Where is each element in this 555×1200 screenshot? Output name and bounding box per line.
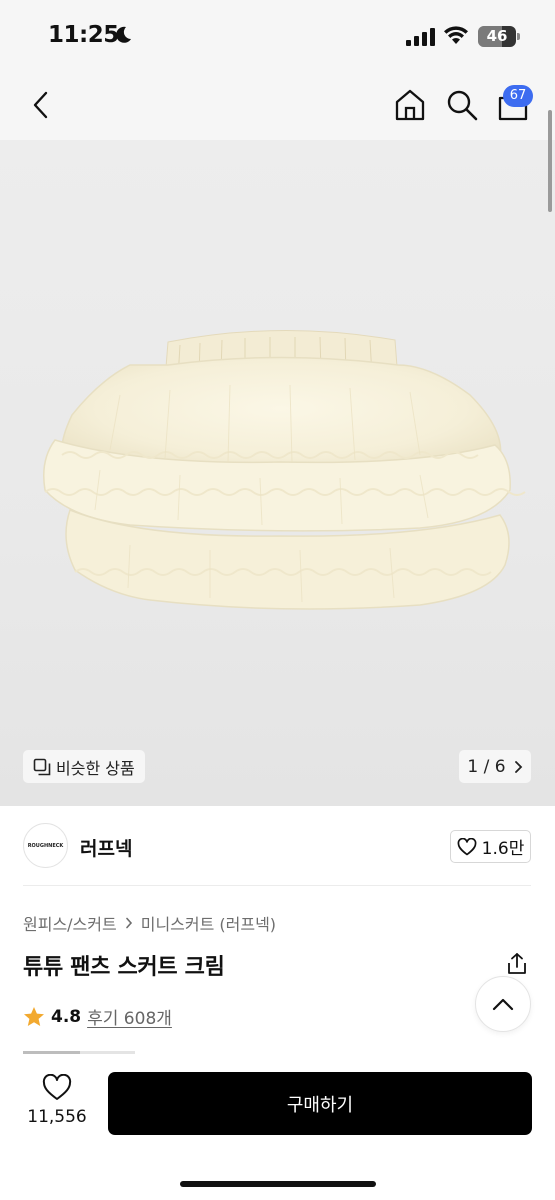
search-icon[interactable] [445, 88, 479, 122]
brand-like-button[interactable]: 1.6만 [450, 830, 531, 863]
scroll-indicator [548, 110, 552, 212]
cart-count-badge: 67 [503, 85, 533, 107]
product-photo [43, 330, 526, 610]
review-count-link[interactable]: 후기 608개 [87, 1004, 172, 1029]
copy-icon [33, 758, 51, 775]
breadcrumb-subcategory[interactable]: 미니스커트 (러프넥) [141, 911, 276, 935]
similar-products-label: 비슷한 상품 [56, 758, 135, 778]
scroll-to-top-button[interactable] [475, 976, 531, 1032]
image-pager[interactable]: 1 / 6 [459, 750, 531, 783]
status-bar: 11:25 46 [0, 0, 555, 70]
product-image-gallery[interactable]: 비슷한 상품 1 / 6 [0, 140, 555, 806]
breadcrumb: 원피스/스커트 미니스커트 (러프넥) [23, 911, 276, 935]
rating-row: 4.8 후기 608개 [23, 1004, 172, 1029]
brand-name[interactable]: 러프넥 [80, 834, 132, 861]
wishlist-button[interactable]: 11,556 [25, 1074, 89, 1127]
bottom-action-bar: 11,556 구매하기 [0, 1056, 555, 1200]
chevron-right-icon [125, 917, 132, 929]
status-time: 11:25 [48, 22, 119, 48]
wifi-icon [444, 26, 468, 44]
pager-text: 1 / 6 [467, 756, 506, 777]
brand-logo[interactable]: ROUGHNECK [23, 823, 68, 868]
home-icon[interactable] [393, 88, 427, 122]
share-icon[interactable] [505, 952, 529, 976]
brand-like-count: 1.6만 [481, 839, 525, 859]
moon-icon [116, 26, 131, 43]
battery-tip [517, 33, 520, 40]
chevron-right-icon [514, 760, 522, 773]
breadcrumb-category[interactable]: 원피스/스커트 [23, 911, 117, 935]
battery-indicator: 46 [478, 26, 516, 47]
star-icon [24, 1007, 44, 1026]
back-button[interactable] [30, 90, 52, 120]
wishlist-count: 11,556 [27, 1107, 87, 1127]
signal-icon [406, 28, 435, 46]
similar-products-button[interactable]: 비슷한 상품 [23, 750, 145, 783]
tab-underline-active [23, 1051, 80, 1054]
brand-row: ROUGHNECK 러프넥 1.6만 [0, 806, 555, 886]
chevron-up-icon [492, 998, 514, 1011]
rating-score: 4.8 [51, 1006, 82, 1027]
divider [23, 885, 531, 886]
product-title: 튜튜 팬츠 스커트 크림 [23, 955, 225, 980]
heart-icon [42, 1074, 72, 1100]
home-indicator [180, 1181, 376, 1187]
heart-icon [457, 837, 477, 855]
buy-button[interactable]: 구매하기 [108, 1072, 532, 1135]
